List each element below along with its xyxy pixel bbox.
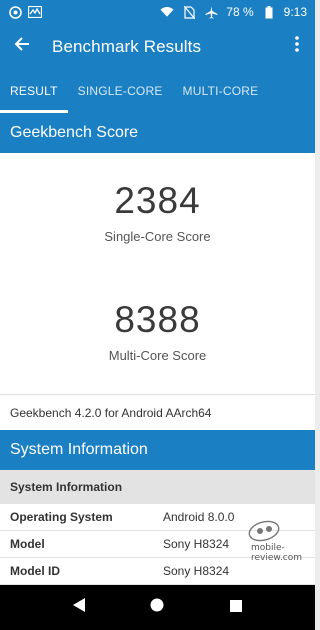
system-information-header: System Information (0, 430, 315, 470)
more-vert-icon (295, 36, 299, 57)
multi-core-score-label: Multi-Core Score (108, 348, 207, 363)
info-key: Model (10, 537, 45, 551)
navigation-bar (0, 585, 315, 630)
tab-multi-core[interactable]: MULTI-CORE (173, 69, 269, 113)
info-key: Operating System (10, 510, 113, 524)
clock: 9:13 (283, 5, 307, 19)
nav-home-button[interactable] (137, 588, 177, 628)
score-panel: 2384 Single-Core Score 8388 Multi-Core S… (0, 153, 315, 394)
back-button[interactable] (0, 24, 44, 69)
single-core-score-block: 2384 Single-Core Score (0, 180, 315, 244)
single-core-score-label: Single-Core Score (104, 229, 211, 244)
watermark: mobile-review.com (244, 518, 314, 563)
system-information-subheader: System Information (0, 470, 315, 504)
multi-core-score-value: 8388 (114, 299, 201, 340)
page-title: Benchmark Results (52, 36, 202, 56)
tab-result[interactable]: RESULT (0, 69, 68, 113)
nav-back-button[interactable] (59, 588, 99, 628)
status-bar: 78 % 9:13 (0, 0, 315, 24)
nav-recents-button[interactable] (216, 588, 256, 628)
notification-icon (8, 5, 22, 19)
tab-bar: RESULT SINGLE-CORE MULTI-CORE (0, 69, 315, 113)
app-bar: Benchmark Results (0, 24, 315, 69)
airplane-icon (204, 5, 218, 19)
tab-single-core[interactable]: SINGLE-CORE (68, 69, 173, 113)
circle-home-icon (150, 598, 164, 617)
activity-icon (28, 5, 42, 19)
overflow-menu-button[interactable] (279, 24, 315, 69)
multi-core-score-block: 8388 Multi-Core Score (0, 299, 315, 363)
wifi-icon (160, 5, 174, 19)
arrow-back-icon (14, 37, 30, 56)
geekbench-version: Geekbench 4.2.0 for Android AArch64 (0, 394, 315, 430)
battery-icon (262, 5, 276, 19)
triangle-back-icon (72, 597, 86, 618)
single-core-score-value: 2384 (114, 180, 201, 221)
square-recents-icon (229, 599, 242, 617)
geekbench-score-header: Geekbench Score (0, 113, 315, 153)
info-value: Sony H8324 (163, 564, 230, 578)
no-sim-icon (182, 5, 196, 19)
watermark-text: mobile-review.com (251, 543, 303, 563)
info-key: Model ID (10, 564, 60, 578)
battery-percent: 78 % (226, 5, 254, 19)
